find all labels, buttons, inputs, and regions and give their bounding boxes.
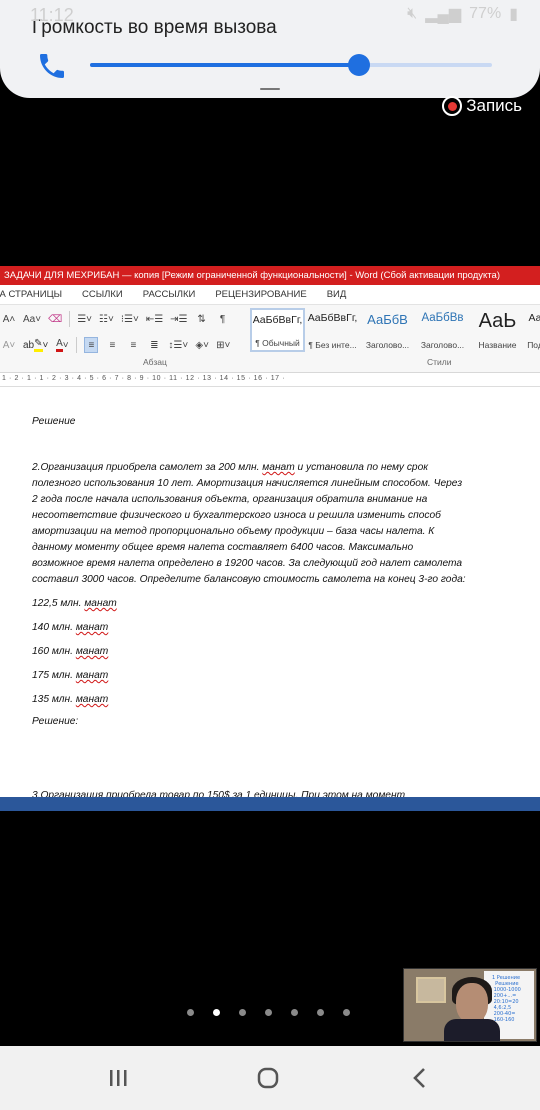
align-left-icon[interactable]: ≡ [84, 337, 99, 353]
numbering-icon[interactable]: ☷˅ [99, 311, 114, 327]
highlight-icon[interactable]: ab ✎ ˅ [23, 337, 48, 353]
tab-view[interactable]: ВИД [317, 289, 357, 300]
home-icon [257, 1067, 279, 1089]
tab-page-layout[interactable]: КА СТРАНИЦЫ [0, 289, 72, 300]
person-body [444, 1019, 500, 1041]
status-icons: 🔇︎ ▂▄▆ 77% ▮ [407, 4, 518, 24]
status-bar: 11:12 🔇︎ ▂▄▆ 77% ▮ [0, 0, 540, 30]
back-button[interactable] [400, 1064, 440, 1092]
style-title[interactable]: АаЬ Название [470, 308, 525, 352]
bullets-icon[interactable]: ☰˅ [77, 311, 92, 327]
answer-option: 175 млн. манат [32, 670, 109, 681]
mute-icon: 🔇︎ [407, 5, 418, 22]
decrease-indent-icon[interactable]: ⇤☰ [146, 311, 163, 327]
home-button[interactable] [248, 1064, 288, 1092]
wall-picture [416, 977, 446, 1003]
word-status-bar [0, 797, 540, 811]
back-icon [413, 1068, 425, 1088]
font-color-icon[interactable]: A ˅ [55, 337, 69, 353]
record-icon [442, 96, 463, 116]
style-normal[interactable]: АаБбВвГг, ¶ Обычный [250, 308, 305, 352]
text-effects-icon[interactable]: A˅ [2, 337, 16, 353]
multilevel-list-icon[interactable]: ⁝☰˅ [121, 311, 139, 327]
panel-handle[interactable] [260, 88, 280, 90]
signal-icon: ▂▄▆ [425, 6, 462, 23]
volume-slider[interactable] [90, 54, 492, 76]
group-paragraph-label: Абзац [143, 357, 167, 367]
separator [69, 311, 71, 327]
answer-option: 160 млн. манат [32, 646, 109, 657]
style-no-spacing[interactable]: АаБбВвГг, ¶ Без инте... [305, 308, 360, 352]
ribbon: A˄ Aa ˅ ⌫ ☰˅ ☷˅ ⁝☰˅ ⇤☰ ⇥☰ ⇅ ¶ A˅ ab ✎ ˅ A ˅ … [0, 305, 540, 373]
style-subtitle[interactable]: Аа Под [525, 308, 540, 352]
change-case-button[interactable]: Aa ˅ [23, 311, 41, 327]
task-line: полезного использования 10 лет. Амортиза… [32, 478, 463, 489]
word-title-bar: ЗАДАЧИ ДЛЯ МЕХРИБАН — копия [Режим огран… [0, 266, 540, 285]
style-heading2[interactable]: АаБбВв Заголово... [415, 308, 470, 352]
status-time: 11:12 [30, 5, 74, 25]
word-window: ЗАДАЧИ ДЛЯ МЕХРИБАН — копия [Режим огран… [0, 266, 540, 811]
ruler-numbers: 1 · 2 · 1 · 1 · 2 · 3 · 4 · 5 · 6 · 7 · … [2, 375, 286, 382]
recent-apps-button[interactable] [98, 1064, 138, 1092]
separator [76, 337, 78, 353]
shading-icon[interactable]: ◈˅ [195, 337, 209, 353]
page-dot[interactable] [291, 1009, 298, 1016]
ribbon-row-bottom: A˅ ab ✎ ˅ A ˅ ≡ ≡ ≡ ≣ ↕☰˅ ◈˅ ⊞˅ [2, 337, 230, 353]
volume-slider-fill [90, 63, 359, 67]
styles-gallery: АаБбВвГг, ¶ Обычный АаБбВвГг, ¶ Без инте… [250, 308, 540, 352]
video-thumbnail[interactable]: 1 Решение Решение 1000-1000 200+...= 20:… [403, 968, 537, 1042]
tab-mailings[interactable]: РАССЫЛКИ [133, 289, 206, 300]
tab-references[interactable]: ССЫЛКИ [72, 289, 133, 300]
font-grow-button[interactable]: A˄ [2, 311, 16, 327]
group-styles-label: Стили [427, 357, 452, 367]
answer-option: 122,5 млн. манат [32, 598, 117, 609]
ruler[interactable]: 1 · 2 · 1 · 1 · 2 · 3 · 4 · 5 · 6 · 7 · … [0, 373, 540, 387]
battery-icon: ▮ [509, 6, 518, 23]
increase-indent-icon[interactable]: ⇥☰ [170, 311, 187, 327]
task-line: амортизации на метод пропорционально объ… [32, 526, 435, 537]
task-line: несоответствие физического и бухгалтерск… [32, 510, 441, 521]
show-marks-button[interactable]: ¶ [216, 311, 230, 327]
align-center-icon[interactable]: ≡ [105, 337, 119, 353]
page-dot[interactable] [187, 1009, 194, 1016]
volume-slider-thumb[interactable] [348, 54, 370, 76]
record-indicator[interactable]: Запись [442, 96, 522, 116]
screen: Громкость во время вызова 11:12 🔇︎ ▂▄▆ 7… [0, 0, 540, 1110]
borders-icon[interactable]: ⊞˅ [216, 337, 230, 353]
task-line: данному моменту общее время налета соста… [32, 542, 414, 553]
task-line: составил 3000 часов. Определите балансов… [32, 574, 466, 585]
solution-heading: Решение [32, 416, 76, 427]
person-face [456, 983, 488, 1023]
battery-level: 77% [469, 5, 502, 22]
phone-icon[interactable] [36, 50, 68, 82]
task-line: 2 года после начала использования объект… [32, 494, 428, 505]
record-label: Запись [466, 96, 522, 115]
justify-icon[interactable]: ≣ [147, 337, 161, 353]
solution-heading-2: Решение: [32, 716, 79, 727]
clear-format-icon[interactable]: ⌫ [48, 311, 62, 327]
task-line: 2.Организация приобрела самолет за 200 м… [32, 462, 429, 473]
page-dot[interactable] [265, 1009, 272, 1016]
answer-option: 135 млн. манат [32, 694, 109, 705]
sort-icon[interactable]: ⇅ [195, 311, 209, 327]
ribbon-tabs: КА СТРАНИЦЫ ССЫЛКИ РАССЫЛКИ РЕЦЕНЗИРОВАН… [0, 285, 540, 305]
navigation-bar [0, 1046, 540, 1110]
ribbon-row-top: A˄ Aa ˅ ⌫ ☰˅ ☷˅ ⁝☰˅ ⇤☰ ⇥☰ ⇅ ¶ [2, 311, 230, 327]
tab-review[interactable]: РЕЦЕНЗИРОВАНИЕ [205, 289, 316, 300]
recent-apps-icon [110, 1070, 127, 1086]
task-line: возможное время налета определено в 1920… [32, 558, 463, 569]
page-dot[interactable] [213, 1009, 220, 1016]
document-page[interactable]: Решение 2.Организация приобрела самолет … [0, 404, 540, 796]
answer-option: 140 млн. манат [32, 622, 109, 633]
style-heading1[interactable]: АаБбВ Заголово... [360, 308, 415, 352]
page-dot[interactable] [239, 1009, 246, 1016]
page-dot[interactable] [343, 1009, 350, 1016]
whiteboard-writing: 1 Решение Решение 1000-1000 200+...= 20:… [492, 975, 521, 1023]
line-spacing-icon[interactable]: ↕☰˅ [168, 337, 188, 353]
page-dot[interactable] [317, 1009, 324, 1016]
align-right-icon[interactable]: ≡ [126, 337, 140, 353]
